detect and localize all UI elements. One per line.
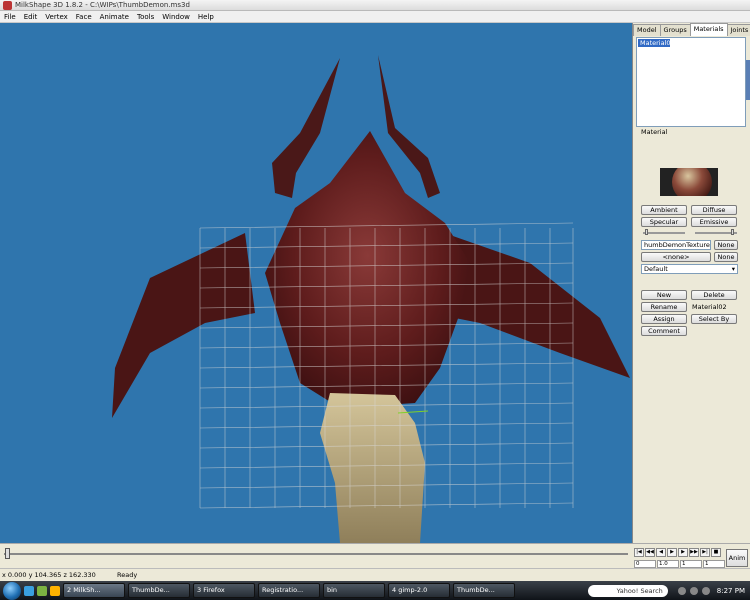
menu-face[interactable]: Face [72,13,96,21]
task-gimp[interactable]: 4 gimp-2.0 [388,583,450,598]
3d-viewport[interactable] [0,23,633,543]
model-render [112,55,630,543]
last-frame-icon[interactable]: ▶| [700,548,710,557]
task-bin[interactable]: bin [323,583,385,598]
yahoo-search-box[interactable]: Yahoo! Search [587,584,668,597]
hp-icon[interactable] [677,586,686,595]
delete-button[interactable]: Delete [691,290,737,300]
speed-field[interactable]: 1.0 [657,560,679,568]
shininess-thumb[interactable] [645,229,648,235]
panel-scroll-tab[interactable] [746,60,750,100]
emissive-button[interactable]: Emissive [691,217,737,227]
tab-joints[interactable]: Joints [726,24,750,36]
menu-file[interactable]: File [0,13,20,21]
texture-field[interactable]: humbDemonTexture.tg [641,240,711,250]
texture-none-button[interactable]: None [714,240,738,250]
task-thumbdemon-2[interactable]: ThumbDe... [453,583,515,598]
play-icon[interactable]: ▶ [667,548,677,557]
comment-button[interactable]: Comment [641,326,687,336]
task-registration[interactable]: Registratio... [258,583,320,598]
assign-button[interactable]: Assign [641,314,687,324]
quicklaunch-folder-icon[interactable] [50,585,60,596]
shininess-slider[interactable] [643,232,685,234]
next-frame-icon[interactable]: ▶ [678,548,688,557]
task-milkshape[interactable]: 2 MilkSh... [63,583,125,598]
mode-select[interactable]: Default ▾ [641,264,738,274]
menu-bar: File Edit Vertex Face Animate Tools Wind… [0,11,750,23]
stop-icon[interactable]: ■ [711,548,721,557]
task-thumbdemon-1[interactable]: ThumbDe... [128,583,190,598]
left-wing [112,233,255,418]
transparency-thumb[interactable] [731,229,734,235]
material-preview [660,168,718,196]
tab-bar: Model Groups Materials Joints [633,23,750,36]
new-button[interactable]: New [641,290,687,300]
menu-vertex[interactable]: Vertex [41,13,72,21]
network-icon[interactable] [689,586,698,595]
menu-animate[interactable]: Animate [96,13,133,21]
start-field[interactable]: 1 [680,560,702,568]
coordinates-readout: x 0.000 y 104.365 z 162.330 [2,571,96,579]
mode-select-value: Default [644,265,668,273]
left-horn [272,58,340,198]
tail [320,393,425,543]
window-title: MilkShape 3D 1.8.2 - C:\WIPs\ThumbDemon.… [15,1,190,9]
materials-list[interactable]: Material02 [636,37,746,127]
volume-icon[interactable] [701,586,710,595]
system-tray: Yahoo! Search 8:27 PM [587,581,750,600]
material-name: Material02 [692,303,727,311]
status-bar: x 0.000 y 104.365 z 162.330 Ready [0,568,750,581]
list-item[interactable]: Material02 [638,39,675,47]
alpha-map-button[interactable]: <none> [641,252,711,262]
first-frame-icon[interactable]: |◀ [634,548,644,557]
menu-help[interactable]: Help [194,13,218,21]
timeline-thumb[interactable] [5,548,10,559]
status-text: Ready [117,571,138,579]
texture-sphere [672,168,712,196]
menu-tools[interactable]: Tools [133,13,158,21]
start-button[interactable] [3,581,21,600]
end-field[interactable]: 1 [703,560,725,568]
right-panel: Model Groups Materials Joints Material02… [633,23,750,543]
diffuse-button[interactable]: Diffuse [691,205,737,215]
rename-button[interactable]: Rename [641,302,687,312]
quicklaunch-desktop-icon[interactable] [37,585,47,596]
frame-field[interactable]: 0 [634,560,656,568]
chevron-down-icon: ▾ [731,265,735,273]
app-icon [3,0,12,10]
alpha-none-button[interactable]: None [714,252,738,262]
ambient-button[interactable]: Ambient [641,205,687,215]
specular-button[interactable]: Specular [641,217,687,227]
prev-key-icon[interactable]: ◀◀ [645,548,655,557]
select-by-button[interactable]: Select By [691,314,737,324]
title-bar: MilkShape 3D 1.8.2 - C:\WIPs\ThumbDemon.… [0,0,750,11]
timeline: |◀ ◀◀ ◀ ▶ ▶ ▶▶ ▶| ■ 0 1.0 1 1 Anim [0,543,750,568]
menu-edit[interactable]: Edit [20,13,42,21]
material-section-label: Material [641,128,668,136]
task-firefox[interactable]: 3 Firefox [193,583,255,598]
tab-model[interactable]: Model [633,24,661,36]
tab-materials[interactable]: Materials [689,23,728,36]
taskbar: 2 MilkSh... ThumbDe... 3 Firefox Registr… [0,581,750,600]
tab-groups[interactable]: Groups [659,24,691,36]
timeline-track[interactable] [4,553,628,555]
prev-frame-icon[interactable]: ◀ [656,548,666,557]
menu-window[interactable]: Window [158,13,194,21]
quicklaunch-ie-icon[interactable] [24,585,34,596]
next-key-icon[interactable]: ▶▶ [689,548,699,557]
anim-button[interactable]: Anim [726,549,748,567]
clock[interactable]: 8:27 PM [717,587,745,595]
